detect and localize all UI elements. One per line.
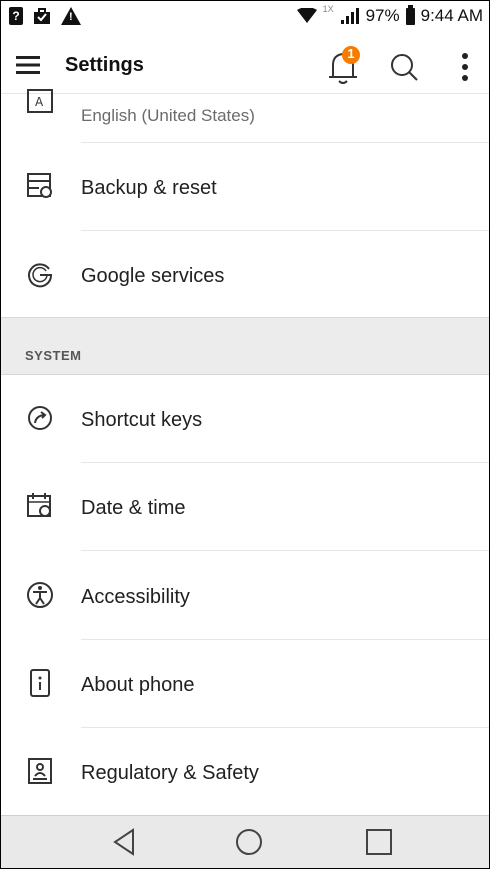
app-bar: Settings 1 — [1, 37, 489, 94]
search-button[interactable] — [385, 47, 425, 87]
list-item-backup-reset[interactable]: Backup & reset — [1, 143, 489, 230]
warning-icon: ! — [61, 7, 81, 25]
list-item-shortcut-keys[interactable]: Shortcut keys — [1, 375, 489, 461]
accessibility-icon — [27, 582, 53, 608]
back-icon[interactable] — [105, 824, 145, 860]
network-type-label: 1X — [322, 4, 334, 14]
shortcut-keys-label: Shortcut keys — [81, 409, 203, 431]
notifications-button[interactable]: 1 — [321, 43, 367, 89]
notification-badge-count: 1 — [347, 46, 355, 61]
battery-icon — [405, 4, 415, 25]
screen: ? ! 1X 97% 9:44 AM Settings 1 A English … — [0, 0, 490, 869]
navigation-bar — [1, 815, 489, 868]
section-header-label: SYSTEM — [25, 348, 82, 363]
list-item-about-phone[interactable]: About phone — [1, 640, 489, 727]
battery-percent: 97% — [365, 6, 400, 25]
bell-icon — [329, 46, 360, 84]
recents-icon[interactable] — [359, 824, 399, 860]
svg-text:A: A — [35, 95, 44, 109]
more-vert-icon — [462, 53, 468, 81]
section-header-system: SYSTEM — [1, 317, 489, 375]
date-time-label: Date & time — [81, 497, 186, 519]
calendar-clock-icon — [27, 493, 51, 517]
list-item-date-time[interactable]: Date & time — [1, 463, 489, 550]
accessibility-label: Accessibility — [81, 586, 190, 608]
about-phone-label: About phone — [81, 674, 195, 696]
list-item-language[interactable]: A English (United States) — [1, 89, 489, 142]
list-item-google-services[interactable]: Google services — [1, 231, 489, 317]
briefcase-icon — [34, 8, 50, 24]
page-title: Settings — [65, 54, 144, 76]
shortcut-icon — [28, 406, 52, 430]
language-icon: A — [27, 89, 53, 113]
info-icon — [30, 669, 50, 697]
home-icon[interactable] — [229, 824, 269, 860]
regulatory-safety-label: Regulatory & Safety — [81, 762, 259, 784]
list-item-regulatory-safety[interactable]: Regulatory & Safety — [1, 728, 489, 814]
language-subtitle: English (United States) — [81, 106, 255, 125]
list-item-accessibility[interactable]: Accessibility — [1, 551, 489, 639]
google-services-label: Google services — [81, 265, 225, 287]
hamburger-icon — [16, 56, 40, 74]
google-icon — [28, 263, 53, 288]
menu-button[interactable] — [9, 45, 49, 85]
more-options-button[interactable] — [445, 47, 485, 87]
sim-unknown-icon: ? — [9, 7, 23, 25]
clock: 9:44 AM — [420, 6, 483, 25]
wifi-icon — [296, 8, 317, 23]
backup-reset-label: Backup & reset — [81, 177, 217, 199]
status-bar: ? ! 1X 97% 9:44 AM — [1, 1, 489, 37]
regulatory-icon — [28, 758, 52, 784]
signal-icon — [340, 8, 359, 24]
search-icon — [391, 54, 418, 81]
backup-icon — [27, 173, 52, 198]
